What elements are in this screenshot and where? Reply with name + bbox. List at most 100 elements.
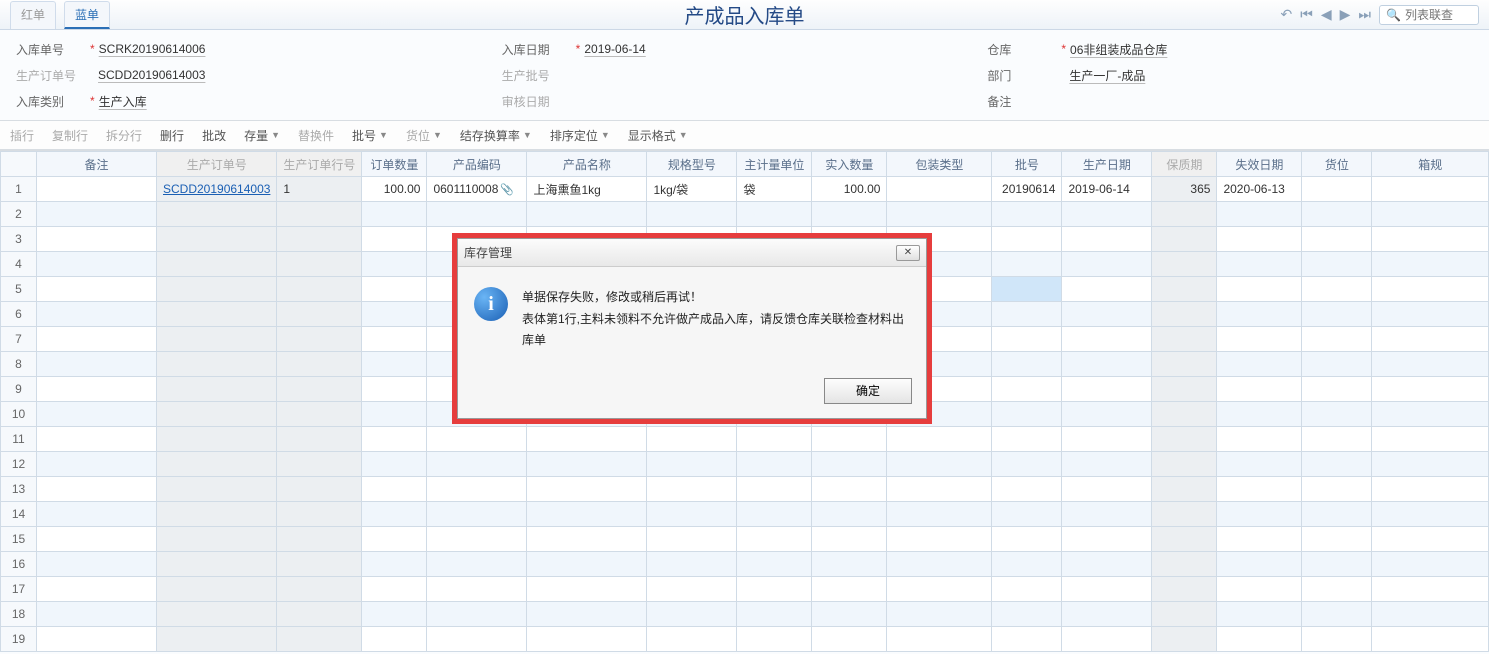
empty-cell[interactable] [157,627,277,652]
empty-cell[interactable] [1302,402,1372,427]
empty-cell[interactable] [527,552,647,577]
empty-cell[interactable] [1302,427,1372,452]
empty-cell[interactable] [37,302,157,327]
empty-cell[interactable] [887,577,992,602]
empty-cell[interactable] [157,552,277,577]
empty-cell[interactable] [1372,502,1489,527]
col-unit[interactable]: 主计量单位 [737,152,812,177]
col-bin[interactable]: 货位 [1302,152,1372,177]
empty-cell[interactable] [527,577,647,602]
empty-cell[interactable] [1062,502,1152,527]
empty-cell[interactable] [277,202,362,227]
table-row[interactable]: 16 [1,552,1489,577]
table-row[interactable]: 15 [1,527,1489,552]
empty-cell[interactable] [277,327,362,352]
cell-box[interactable] [1372,177,1489,202]
field-warehouse[interactable]: 06非组装成品仓库 [1070,41,1220,58]
list-search-input[interactable] [1405,8,1475,22]
col-shelf[interactable]: 保质期 [1152,152,1217,177]
empty-cell[interactable] [1302,602,1372,627]
empty-cell[interactable] [37,327,157,352]
empty-cell[interactable] [1302,252,1372,277]
empty-cell[interactable] [737,602,812,627]
empty-cell[interactable] [1372,477,1489,502]
empty-cell[interactable] [992,427,1062,452]
empty-cell[interactable] [1152,277,1217,302]
empty-cell[interactable] [157,327,277,352]
empty-cell[interactable] [647,452,737,477]
empty-cell[interactable] [277,452,362,477]
empty-cell[interactable] [812,477,887,502]
cell-prod-name[interactable]: 上海熏鱼1kg [527,177,647,202]
next-icon[interactable]: ▶ [1340,6,1351,23]
empty-cell[interactable] [1217,277,1302,302]
empty-cell[interactable] [427,202,527,227]
empty-cell[interactable] [157,402,277,427]
empty-cell[interactable] [1302,477,1372,502]
table-row[interactable]: 11 [1,427,1489,452]
empty-cell[interactable] [277,377,362,402]
dialog-ok-button[interactable]: 确定 [824,378,912,404]
field-receipt-no[interactable]: SCRK20190614006 [99,42,249,56]
empty-cell[interactable] [992,452,1062,477]
empty-cell[interactable] [1302,202,1372,227]
prod-order-link[interactable]: SCDD20190614003 [163,182,270,196]
empty-cell[interactable] [1062,552,1152,577]
empty-cell[interactable] [1217,452,1302,477]
empty-cell[interactable] [37,627,157,652]
empty-cell[interactable] [157,352,277,377]
empty-cell[interactable] [37,277,157,302]
field-prod-order[interactable]: SCDD20190614003 [98,68,248,82]
empty-cell[interactable] [1152,602,1217,627]
empty-cell[interactable] [812,627,887,652]
empty-cell[interactable] [1302,527,1372,552]
empty-cell[interactable] [1217,477,1302,502]
empty-cell[interactable] [277,277,362,302]
empty-cell[interactable] [1152,577,1217,602]
cell-prod-order[interactable]: SCDD20190614003 [157,177,277,202]
empty-cell[interactable] [992,377,1062,402]
empty-cell[interactable] [1152,302,1217,327]
empty-cell[interactable] [1372,377,1489,402]
empty-cell[interactable] [157,477,277,502]
empty-cell[interactable] [157,602,277,627]
list-search-box[interactable]: 🔍 [1379,5,1479,25]
empty-cell[interactable] [362,577,427,602]
empty-cell[interactable] [37,452,157,477]
cell-prod-date[interactable]: 2019-06-14 [1062,177,1152,202]
empty-cell[interactable] [1372,327,1489,352]
empty-cell[interactable] [277,477,362,502]
empty-cell[interactable] [157,302,277,327]
empty-cell[interactable] [37,577,157,602]
cell-prod-code[interactable]: 0601110008📎 [427,177,527,202]
empty-cell[interactable] [1372,227,1489,252]
empty-cell[interactable] [1217,527,1302,552]
col-expire[interactable]: 失效日期 [1217,152,1302,177]
empty-cell[interactable] [157,252,277,277]
empty-cell[interactable] [992,277,1062,302]
empty-cell[interactable] [647,502,737,527]
empty-cell[interactable] [1152,502,1217,527]
empty-cell[interactable] [1302,502,1372,527]
cell-shelf[interactable]: 365 [1152,177,1217,202]
empty-cell[interactable] [1152,227,1217,252]
empty-cell[interactable] [737,552,812,577]
empty-cell[interactable] [427,552,527,577]
table-row[interactable]: 13 [1,477,1489,502]
tb-display-format[interactable]: 显示格式▼ [628,127,688,144]
first-icon[interactable]: ⏮ [1300,6,1313,23]
empty-cell[interactable] [1302,452,1372,477]
empty-cell[interactable] [1062,202,1152,227]
empty-cell[interactable] [1062,477,1152,502]
empty-cell[interactable] [362,327,427,352]
empty-cell[interactable] [37,602,157,627]
tb-replace[interactable]: 替换件 [298,127,334,144]
empty-cell[interactable] [1217,577,1302,602]
empty-cell[interactable] [737,477,812,502]
empty-cell[interactable] [1302,577,1372,602]
empty-cell[interactable] [647,427,737,452]
tb-copy-row[interactable]: 复制行 [52,127,88,144]
empty-cell[interactable] [1372,602,1489,627]
cell-prod-line[interactable]: 1 [277,177,362,202]
col-pack[interactable]: 包装类型 [887,152,992,177]
